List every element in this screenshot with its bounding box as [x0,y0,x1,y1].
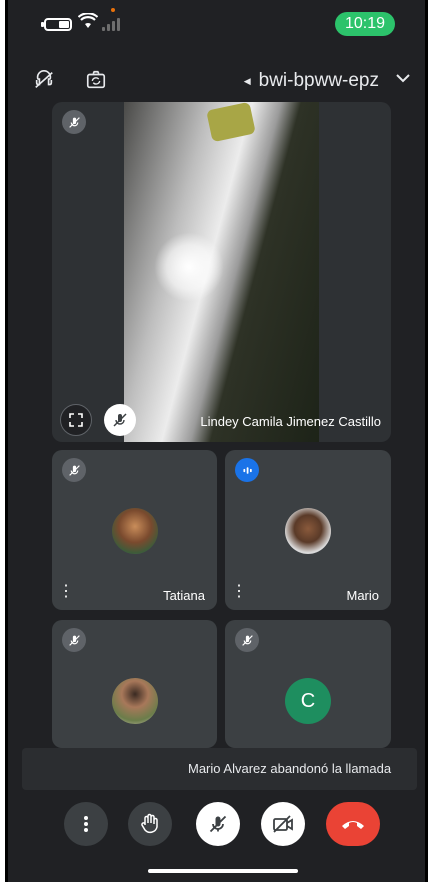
avatar [112,508,158,554]
meeting-code-button[interactable]: ◀ bwi-bpww-epz [244,70,379,92]
camera-off-icon[interactable] [261,802,305,846]
status-bar: 10:19 [8,0,425,48]
mic-off-icon [62,110,86,134]
battery-icon [41,18,72,31]
participant-name: Lindey Camila Jimenez Castillo [200,414,381,429]
call-controls [8,800,425,856]
more-options-icon[interactable]: ⋮ [58,584,74,600]
meeting-code: bwi-bpww-epz [258,70,379,91]
app-frame: 10:19 ◀ bwi-bpww-epz Lindey Camila Jimen… [5,0,428,882]
speaking-indicator-icon [235,458,259,482]
audio-off-icon[interactable] [30,66,58,94]
chevron-down-icon[interactable] [395,70,411,91]
mic-off-icon[interactable] [196,802,240,846]
orange-dot-indicator [111,8,115,12]
home-indicator[interactable] [148,869,298,873]
status-time: 10:19 [335,12,395,36]
raise-hand-icon[interactable] [128,802,172,846]
fullscreen-icon[interactable] [60,404,92,436]
avatar [112,678,158,724]
main-video-tile[interactable]: Lindey Camila Jimenez Castillo [52,102,391,442]
participant-tile[interactable] [52,620,217,748]
mic-off-icon [62,628,86,652]
mic-off-icon [62,458,86,482]
switch-camera-icon[interactable] [82,66,110,94]
end-call-icon[interactable] [326,802,380,846]
participant-tile[interactable]: ⋮ Mario [225,450,391,610]
signal-icon [102,17,122,31]
more-options-icon[interactable]: ⋮ [231,584,247,600]
avatar-initial: C [285,678,331,724]
participant-name: Tatiana [163,588,205,603]
wifi-icon [77,12,99,34]
participant-tile[interactable]: C [225,620,391,748]
mic-off-icon [113,413,127,427]
notification-toast: Mario Alvarez abandonó la llamada [22,748,417,790]
mic-off-icon [235,628,259,652]
more-options-icon[interactable] [64,802,108,846]
participant-video [124,102,319,442]
meeting-header: ◀ bwi-bpww-epz [8,66,425,102]
avatar [285,508,331,554]
participant-name: Mario [346,588,379,603]
participant-tile[interactable]: ⋮ Tatiana [52,450,217,610]
mute-participant-button[interactable] [104,404,136,436]
caret-left-icon: ◀ [243,75,251,86]
